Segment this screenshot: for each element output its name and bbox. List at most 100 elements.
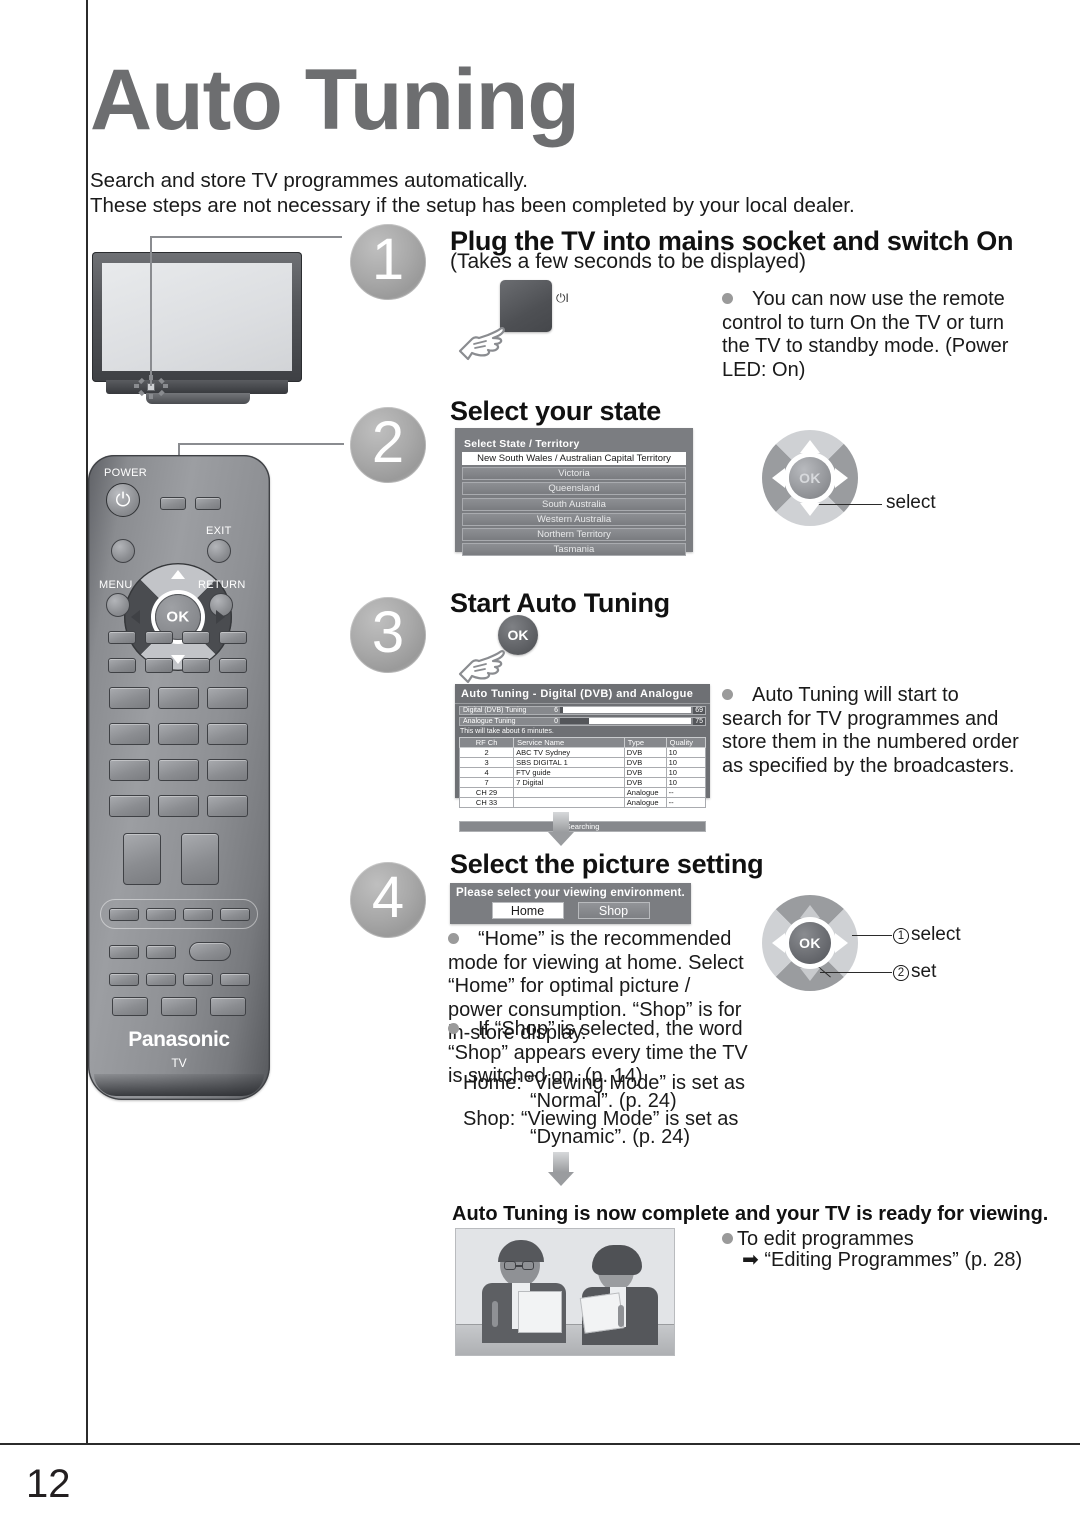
dpad-down-arrow-icon[interactable] — [800, 968, 820, 981]
table-row: CH 29 Analogue -- — [458, 787, 707, 798]
column-header-type: Type — [623, 737, 667, 748]
progress-track-analogue — [560, 718, 692, 725]
cell-type: DVB — [623, 757, 667, 768]
remote-function-button[interactable] — [145, 631, 173, 644]
shop-button[interactable]: Shop — [577, 902, 650, 919]
remote-exit-label: EXIT — [206, 525, 232, 537]
remote-number-key[interactable] — [207, 795, 248, 817]
remote-number-key[interactable] — [158, 723, 199, 745]
remote-bottom-shade — [94, 1074, 264, 1096]
remote-return-label: RETURN — [198, 579, 246, 591]
power-led-indicator — [134, 375, 168, 399]
remote-function-button[interactable] — [112, 997, 148, 1016]
manual-page: 12 Auto Tuning Search and store TV progr… — [0, 0, 1080, 1528]
remote-function-button[interactable] — [146, 973, 176, 986]
dpad-left-icon[interactable] — [131, 610, 140, 624]
step-3-number: 3 — [371, 600, 405, 665]
remote-function-button[interactable] — [210, 997, 246, 1016]
state-option-south-australia[interactable]: South Australia — [462, 497, 686, 511]
remote-top-button-2[interactable] — [195, 497, 221, 510]
state-option-western-australia[interactable]: Western Australia — [462, 512, 686, 526]
remote-aspect-toggle[interactable] — [189, 942, 231, 961]
remote-colour-button-red[interactable] — [109, 908, 139, 921]
dpad-down-arrow-icon[interactable] — [800, 503, 820, 516]
state-option-queensland[interactable]: Queensland — [462, 482, 686, 496]
remote-menu-label: MENU — [99, 579, 133, 591]
remote-function-button[interactable] — [183, 973, 213, 986]
dpad-left-arrow-icon[interactable] — [772, 933, 785, 953]
select-state-dialog: Select State / Territory New South Wales… — [455, 428, 693, 557]
step-1-bullet-text: You can now use the remote control to tu… — [722, 288, 1009, 381]
step-3-bullet: Auto Tuning will start to search for TV … — [722, 684, 1022, 778]
dpad-left-arrow-icon[interactable] — [772, 468, 785, 488]
cell-rf-ch: 3 — [458, 757, 515, 768]
remote-function-button[interactable] — [108, 631, 136, 644]
dpad-right-arrow-icon[interactable] — [835, 933, 848, 953]
state-option-northern-territory[interactable]: Northern Territory — [462, 527, 686, 541]
step-4-heading: Select the picture setting — [450, 849, 764, 879]
dpad-right-icon[interactable] — [216, 610, 225, 624]
auto-tuning-dialog-title: Auto Tuning - Digital (DVB) and Analogue — [455, 684, 710, 704]
remote-volume-rocker[interactable] — [123, 833, 161, 885]
cell-type: DVB — [623, 747, 667, 758]
remote-number-key[interactable] — [207, 723, 248, 745]
remote-number-key[interactable] — [109, 795, 150, 817]
dpad-up-icon[interactable] — [171, 570, 185, 579]
remote-function-button[interactable] — [108, 658, 136, 673]
power-icon: ⏻ — [115, 489, 131, 511]
remote-power-button[interactable]: ⏻ — [106, 483, 140, 517]
remote-function-button[interactable] — [219, 631, 247, 644]
illustration-microphone — [618, 1305, 624, 1327]
state-option-victoria[interactable]: Victoria — [462, 467, 686, 481]
remote-function-button[interactable] — [182, 658, 210, 673]
remote-exit-button[interactable] — [207, 539, 231, 563]
dpad-ok-button[interactable]: OK — [789, 457, 831, 499]
remote-number-key[interactable] — [109, 759, 150, 781]
dpad-down-icon[interactable] — [171, 655, 185, 664]
remote-colour-button-blue[interactable] — [220, 908, 250, 921]
remote-function-button[interactable] — [182, 631, 210, 644]
remote-menu-button[interactable] — [106, 593, 130, 617]
cell-quality: 10 — [665, 777, 707, 788]
select-state-title: Select State / Territory — [464, 438, 580, 450]
remote-colour-button-yellow[interactable] — [183, 908, 213, 921]
remote-number-key[interactable] — [158, 759, 199, 781]
remote-number-key[interactable] — [109, 723, 150, 745]
remote-function-button[interactable] — [220, 973, 250, 986]
remote-function-button[interactable] — [109, 973, 139, 986]
remote-input-button[interactable] — [111, 539, 135, 563]
remote-number-key[interactable] — [158, 687, 199, 709]
remote-number-key[interactable] — [158, 795, 199, 817]
state-option-new-south-wales[interactable]: New South Wales / Australian Capital Ter… — [462, 452, 686, 465]
remote-number-key[interactable] — [207, 759, 248, 781]
cell-rf-ch: 4 — [458, 767, 515, 778]
home-button[interactable]: Home — [491, 902, 564, 919]
callout-leader-step1 — [150, 238, 152, 386]
step-1-badge: 1 — [350, 224, 426, 300]
remote-function-button[interactable] — [109, 945, 139, 959]
remote-function-button[interactable] — [161, 997, 197, 1016]
cell-service-name: SBS DIGITAL 1 — [513, 757, 625, 768]
remote-number-key[interactable] — [207, 687, 248, 709]
auto-tuning-note: This will take about 6 minutes. — [460, 728, 554, 735]
remote-number-key[interactable] — [109, 687, 150, 709]
colour-button-group — [100, 899, 258, 929]
completion-heading: Auto Tuning is now complete and your TV … — [452, 1203, 1049, 1225]
dpad-select-leader — [810, 504, 882, 506]
remote-control-illustration: POWER ⏻ EXIT OK MENU RETURN Panasonic TV — [88, 455, 270, 1100]
progress-label-digital: Digital (DVB) Tuning — [463, 706, 527, 714]
remote-colour-button-green[interactable] — [146, 908, 176, 921]
state-option-tasmania[interactable]: Tasmania — [462, 543, 686, 557]
remote-top-button-1[interactable] — [160, 497, 186, 510]
dpad-ok-label[interactable]: OK — [166, 609, 189, 626]
dpad-up-arrow-icon[interactable] — [800, 440, 820, 453]
dpad-ok-button[interactable]: OK — [789, 922, 831, 964]
progress-track-digital — [560, 707, 692, 714]
remote-channel-rocker[interactable] — [181, 833, 219, 885]
dpad-up-arrow-icon[interactable] — [800, 905, 820, 918]
dpad-right-arrow-icon[interactable] — [835, 468, 848, 488]
remote-function-button[interactable] — [145, 658, 173, 673]
dpad-set-label-step4: 2 set — [893, 961, 936, 983]
remote-function-button[interactable] — [219, 658, 247, 673]
remote-function-button[interactable] — [146, 945, 176, 959]
